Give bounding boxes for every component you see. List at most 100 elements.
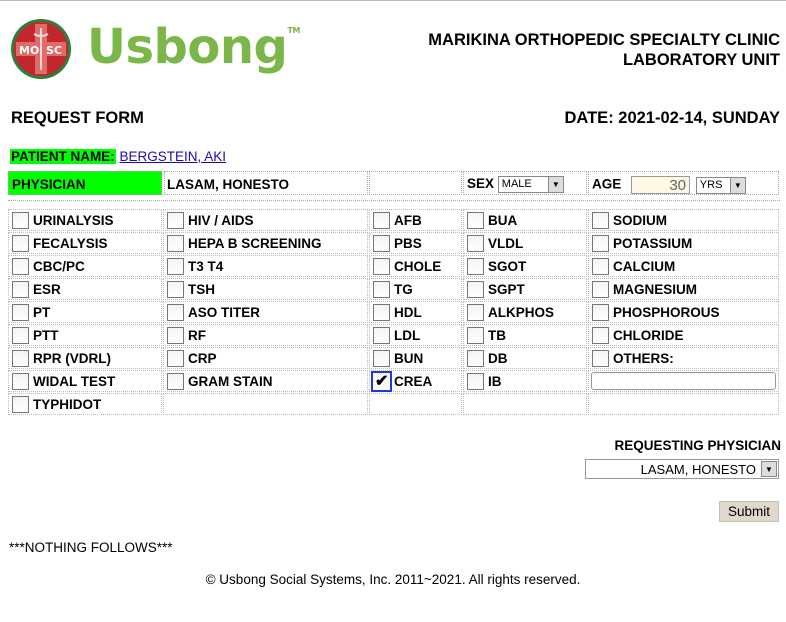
age-label: AGE xyxy=(592,176,622,192)
test-checkbox[interactable] xyxy=(12,235,29,252)
test-checkbox[interactable] xyxy=(167,281,184,298)
test-label: CHOLE xyxy=(394,259,442,274)
patient-name-link[interactable]: BERGSTEIN, AKI xyxy=(120,149,227,164)
test-checkbox[interactable] xyxy=(167,350,184,367)
sex-label: SEX xyxy=(467,176,495,192)
test-label: PHOSPHOROUS xyxy=(613,305,720,320)
sex-value: MALE xyxy=(501,178,532,190)
test-checkbox[interactable] xyxy=(12,258,29,275)
chevron-down-icon: ▼ xyxy=(547,177,563,192)
requesting-physician-label: REQUESTING PHYSICIAN xyxy=(614,438,781,453)
test-checkbox[interactable] xyxy=(373,350,390,367)
test-checkbox[interactable] xyxy=(373,304,390,321)
others-input[interactable] xyxy=(591,372,776,390)
test-item: CALCIUM xyxy=(588,255,779,277)
test-item: PTT xyxy=(8,324,162,346)
age-unit-select[interactable]: YRS ▼ xyxy=(695,176,746,194)
test-label: RPR (VDRL) xyxy=(33,351,111,366)
test-label: CRP xyxy=(188,351,217,366)
test-checkbox[interactable] xyxy=(12,327,29,344)
test-label: FECALYSIS xyxy=(33,236,108,251)
test-checkbox[interactable] xyxy=(467,235,484,252)
test-checkbox[interactable] xyxy=(373,281,390,298)
test-checkbox[interactable] xyxy=(592,212,609,229)
test-item: CHLORIDE xyxy=(588,324,779,346)
test-checkbox[interactable] xyxy=(592,281,609,298)
test-label: TG xyxy=(394,282,413,297)
chevron-down-icon: ▼ xyxy=(729,177,745,193)
test-checkbox[interactable] xyxy=(467,350,484,367)
sex-select[interactable]: MALE ▼ xyxy=(497,176,564,193)
test-item: GRAM STAIN xyxy=(163,370,368,392)
age-input[interactable]: 30 xyxy=(631,176,691,194)
test-checkbox[interactable] xyxy=(167,304,184,321)
requesting-physician-select[interactable]: LASAM, HONESTO ▼ xyxy=(585,459,779,479)
test-checkbox[interactable] xyxy=(592,327,609,344)
test-label: T3 T4 xyxy=(188,259,224,274)
sex-cell: SEX MALE ▼ xyxy=(463,171,587,195)
test-checkbox[interactable] xyxy=(371,371,392,392)
test-label: OTHERS: xyxy=(613,351,674,366)
clinic-line2: LABORATORY UNIT xyxy=(622,51,780,69)
test-checkbox[interactable] xyxy=(167,373,184,390)
divider xyxy=(8,200,780,201)
test-checkbox[interactable] xyxy=(592,304,609,321)
test-checkbox[interactable] xyxy=(167,258,184,275)
test-item: POTASSIUM xyxy=(588,232,779,254)
test-item: TSH xyxy=(163,278,368,300)
age-unit-value: YRS xyxy=(699,178,723,191)
test-checkbox[interactable] xyxy=(467,212,484,229)
test-item: CBC/PC xyxy=(8,255,162,277)
test-checkbox[interactable] xyxy=(373,212,390,229)
test-item: HIV / AIDS xyxy=(163,209,368,231)
test-checkbox[interactable] xyxy=(467,304,484,321)
clinic-logo: MO SC xyxy=(11,19,71,79)
test-label: WIDAL TEST xyxy=(33,374,116,389)
test-checkbox[interactable] xyxy=(467,281,484,298)
test-label: ASO TITER xyxy=(188,305,261,320)
test-label: POTASSIUM xyxy=(613,236,693,251)
submit-button[interactable]: Submit xyxy=(719,501,779,522)
test-label: BUA xyxy=(488,213,518,228)
test-checkbox[interactable] xyxy=(12,281,29,298)
form-date: DATE: 2021-02-14, SUNDAY xyxy=(564,109,781,127)
patient-name-label: PATIENT NAME: xyxy=(10,149,116,164)
test-label: DB xyxy=(488,351,508,366)
test-checkbox[interactable] xyxy=(12,373,29,390)
test-item: TB xyxy=(463,324,587,346)
test-label: HIV / AIDS xyxy=(188,213,254,228)
test-item: IB xyxy=(463,370,587,392)
test-checkbox[interactable] xyxy=(12,396,29,413)
test-checkbox[interactable] xyxy=(467,258,484,275)
requesting-physician-value: LASAM, HONESTO xyxy=(640,462,756,477)
test-label: GRAM STAIN xyxy=(188,374,273,389)
empty-cell xyxy=(463,393,587,415)
test-item: CREA xyxy=(369,370,462,392)
brand-logo-text: UsbongTM xyxy=(87,19,300,75)
test-checkbox[interactable] xyxy=(12,212,29,229)
test-checkbox[interactable] xyxy=(167,235,184,252)
chevron-down-icon: ▼ xyxy=(761,461,777,477)
test-checkbox[interactable] xyxy=(467,373,484,390)
patient-row: PATIENT NAME: BERGSTEIN, AKI xyxy=(10,149,226,164)
test-checkbox[interactable] xyxy=(373,327,390,344)
test-item: OTHERS: xyxy=(588,347,779,369)
test-item: FECALYSIS xyxy=(8,232,162,254)
test-checkbox[interactable] xyxy=(373,258,390,275)
clinic-line1: MARIKINA ORTHOPEDIC SPECIALTY CLINIC xyxy=(428,31,780,49)
test-item: SGOT xyxy=(463,255,587,277)
test-checkbox[interactable] xyxy=(12,304,29,321)
test-checkbox[interactable] xyxy=(592,235,609,252)
test-checkbox[interactable] xyxy=(467,327,484,344)
test-checkbox[interactable] xyxy=(373,235,390,252)
test-item: PT xyxy=(8,301,162,323)
test-checkbox[interactable] xyxy=(167,327,184,344)
test-item: SODIUM xyxy=(588,209,779,231)
test-label: CHLORIDE xyxy=(613,328,684,343)
test-checkbox[interactable] xyxy=(592,350,609,367)
test-checkbox[interactable] xyxy=(12,350,29,367)
test-item: RF xyxy=(163,324,368,346)
test-checkbox[interactable] xyxy=(167,212,184,229)
test-item: ASO TITER xyxy=(163,301,368,323)
test-checkbox[interactable] xyxy=(592,258,609,275)
